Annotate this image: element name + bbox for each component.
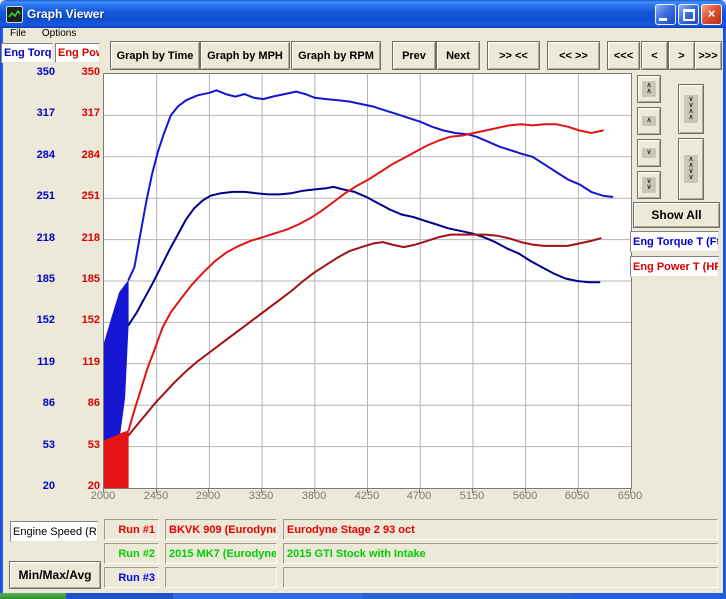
run3-file-field[interactable]	[165, 567, 277, 588]
y-tick-label-torque: 185	[21, 273, 55, 287]
y-tick-label-torque: 218	[21, 232, 55, 246]
scroll-down-button[interactable]: ∨	[637, 139, 661, 167]
y-tick-label-torque: 251	[21, 190, 55, 204]
scroll-right-button[interactable]: >	[668, 41, 695, 70]
graph-by-mph-button[interactable]: Graph by MPH	[200, 41, 290, 70]
y-tick-label-power: 251	[66, 190, 100, 204]
legend-power: Eng Power T (HP)	[630, 256, 719, 277]
zoom-in-x-button[interactable]: >> <<	[487, 41, 540, 70]
y-tick-label-power: 119	[66, 356, 100, 370]
chevron-up-icon: ∧	[642, 116, 655, 126]
graph-by-rpm-button[interactable]: Graph by RPM	[291, 41, 381, 70]
series-curve	[129, 90, 613, 279]
zoom-in-y-button[interactable]: ∨ ∨ ∧ ∧	[678, 84, 704, 134]
prev-button[interactable]: Prev	[392, 41, 436, 70]
zoom-out-y-button[interactable]: ∧ ∧ ∨ ∨	[678, 138, 704, 200]
chart-plot-area	[103, 73, 632, 489]
start-button-edge[interactable]	[0, 593, 66, 599]
y-tick-label-power: 284	[66, 149, 100, 163]
run3-label: Run #3	[104, 567, 159, 588]
app-icon	[6, 6, 23, 23]
y-tick-label-torque: 350	[21, 66, 55, 80]
y-tick-label-torque: 86	[21, 397, 55, 411]
scroll-left-button[interactable]: <	[641, 41, 668, 70]
torque-axis-title-box: Eng Torque T (Ft-lb)	[1, 43, 53, 63]
taskbar-button[interactable]	[363, 593, 573, 599]
window-border-left	[0, 28, 3, 593]
series-curve	[129, 187, 600, 325]
taskbar-button[interactable]	[173, 593, 363, 599]
power-axis-title-box: Eng Power T (HP)	[55, 43, 100, 63]
minimize-icon	[659, 18, 667, 21]
y-tick-label-power: 185	[66, 273, 100, 287]
double-chevron-down-icon: ∨ ∨	[642, 177, 655, 193]
taskbar-button[interactable]	[66, 593, 173, 599]
maximize-icon	[683, 9, 695, 21]
maximize-button[interactable]	[678, 4, 699, 25]
next-button[interactable]: Next	[436, 41, 480, 70]
x-tick-mark	[419, 488, 420, 493]
y-tick-label-power: 218	[66, 232, 100, 246]
dyno-chart-svg	[104, 74, 631, 488]
menu-options[interactable]: Options	[42, 28, 76, 39]
y-tick-label-power: 53	[66, 439, 100, 453]
x-axis-title-box: Engine Speed (RPM)	[10, 521, 98, 542]
y-tick-label-torque: 53	[21, 439, 55, 453]
y-tick-label-torque: 119	[21, 356, 55, 370]
y-tick-label-torque: 317	[21, 107, 55, 121]
taskbar[interactable]	[0, 593, 726, 599]
chevrons-outward-icon: ∧ ∧ ∨ ∨	[684, 155, 697, 183]
caption-buttons: ×	[655, 4, 722, 25]
run2-file-field[interactable]: 2015 MK7 (Eurodyne, E	[165, 543, 277, 564]
x-tick-mark	[525, 488, 526, 493]
zoom-out-x-button[interactable]: << >>	[547, 41, 600, 70]
legend-torque: Eng Torque T (Ft-lb)	[630, 231, 719, 252]
min-max-avg-button[interactable]: Min/Max/Avg	[9, 561, 101, 589]
x-tick-mark	[630, 488, 631, 493]
scroll-up-fast-button[interactable]: ∧ ∧	[637, 75, 661, 103]
double-chevron-up-icon: ∧ ∧	[642, 81, 655, 97]
y-tick-label-torque: 152	[21, 314, 55, 328]
run1-description-field[interactable]: Eurodyne Stage 2 93 oct	[283, 519, 718, 540]
x-tick-mark	[208, 488, 209, 493]
close-button[interactable]: ×	[701, 4, 722, 25]
menu-bar: File Options	[3, 28, 723, 42]
chevrons-inward-icon: ∨ ∨ ∧ ∧	[684, 95, 697, 123]
curve-start-fill	[104, 280, 129, 453]
x-tick-mark	[103, 488, 104, 493]
menu-file[interactable]: File	[10, 28, 26, 39]
x-tick-mark	[261, 488, 262, 493]
run2-description-field[interactable]: 2015 GTI Stock with Intake	[283, 543, 718, 564]
y-tick-label-torque: 20	[21, 480, 55, 494]
series-curve	[129, 124, 603, 430]
run1-label: Run #1	[104, 519, 159, 540]
graph-by-time-button[interactable]: Graph by Time	[110, 41, 200, 70]
x-tick-mark	[577, 488, 578, 493]
curve-start-fill	[104, 430, 129, 488]
scroll-down-fast-button[interactable]: ∨ ∨	[637, 171, 661, 199]
title-bar: Graph Viewer ×	[0, 0, 726, 28]
y-tick-label-power: 317	[66, 107, 100, 121]
chevron-down-icon: ∨	[642, 148, 655, 158]
run3-description-field[interactable]	[283, 567, 718, 588]
window-title: Graph Viewer	[27, 7, 104, 21]
y-tick-label-power: 86	[66, 397, 100, 411]
y-tick-label-torque: 284	[21, 149, 55, 163]
x-tick-mark	[314, 488, 315, 493]
x-tick-mark	[472, 488, 473, 493]
scroll-left-fast-button[interactable]: <<<	[607, 41, 640, 70]
run2-label: Run #2	[104, 543, 159, 564]
close-icon: ×	[708, 6, 716, 21]
run1-file-field[interactable]: BKVK 909 (Eurodyne, I	[165, 519, 277, 540]
minimize-button[interactable]	[655, 4, 676, 25]
scroll-right-fast-button[interactable]: >>>	[694, 41, 722, 70]
y-tick-label-power: 152	[66, 314, 100, 328]
scroll-up-button[interactable]: ∧	[637, 107, 661, 135]
show-all-button[interactable]: Show All	[633, 202, 720, 228]
y-tick-label-power: 350	[66, 66, 100, 80]
x-tick-mark	[367, 488, 368, 493]
x-tick-mark	[156, 488, 157, 493]
